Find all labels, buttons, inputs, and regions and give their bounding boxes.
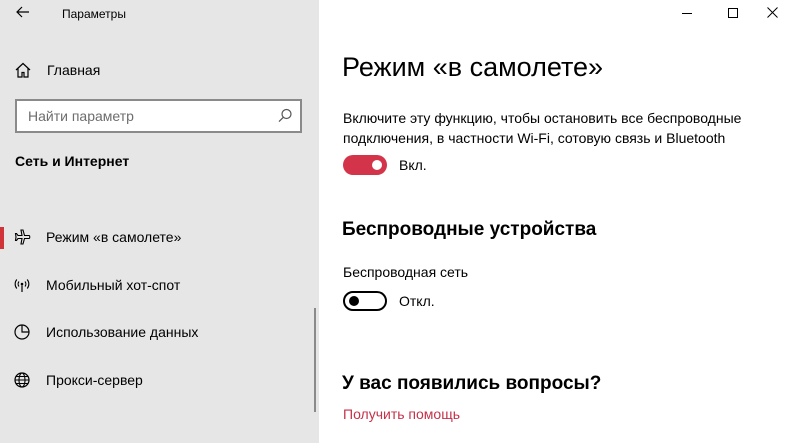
selected-indicator	[0, 227, 4, 249]
wifi-label: Беспроводная сеть	[343, 264, 469, 280]
globe-icon	[13, 371, 31, 389]
home-icon	[14, 61, 32, 79]
section-title: Сеть и Интернет	[15, 153, 130, 169]
sidebar-item-airplane-mode[interactable]: Режим «в самолете»	[0, 217, 319, 257]
get-help-link[interactable]: Получить помощь	[343, 406, 460, 422]
wireless-devices-heading: Беспроводные устройства	[342, 219, 597, 240]
help-heading: У вас появились вопросы?	[342, 373, 602, 394]
search-box[interactable]	[15, 99, 302, 133]
window-title: Параметры	[62, 7, 126, 21]
data-usage-icon	[13, 323, 31, 341]
back-arrow-icon	[16, 5, 30, 23]
maximize-icon	[728, 5, 738, 23]
sidebar-item-label: Мобильный хот-спот	[46, 277, 181, 293]
page-title: Режим «в самолете»	[342, 52, 604, 82]
sidebar-item-label: Режим «в самолете»	[46, 229, 182, 245]
close-button[interactable]	[749, 0, 795, 28]
toggle-knob	[349, 296, 359, 306]
airplane-description: Включите эту функцию, чтобы остановить в…	[343, 110, 742, 146]
close-icon	[766, 5, 778, 23]
search-icon[interactable]	[276, 107, 294, 125]
sidebar-scrollbar[interactable]	[314, 308, 316, 412]
airplane-toggle-state: Вкл.	[399, 157, 427, 173]
back-button[interactable]	[8, 0, 38, 28]
search-input[interactable]	[17, 101, 267, 131]
sidebar-item-proxy[interactable]: Прокси-сервер	[0, 360, 319, 400]
sidebar-item-data-usage[interactable]: Использование данных	[0, 312, 319, 352]
home-label: Главная	[47, 62, 101, 78]
wifi-toggle-state: Откл.	[399, 293, 435, 309]
toggle-knob	[372, 160, 382, 170]
sidebar-item-label: Прокси-сервер	[46, 372, 143, 388]
wifi-toggle[interactable]	[343, 291, 387, 311]
airplane-mode-toggle[interactable]	[343, 155, 387, 175]
hotspot-icon	[13, 276, 31, 294]
minimize-icon	[682, 5, 692, 23]
airplane-icon	[13, 228, 31, 246]
sidebar-item-mobile-hotspot[interactable]: Мобильный хот-спот	[0, 265, 319, 305]
sidebar-item-label: Использование данных	[46, 324, 199, 340]
minimize-button[interactable]	[664, 0, 710, 28]
sidebar: Параметры Главная Сеть и Интернет Режим …	[0, 0, 319, 443]
title-bar: Параметры	[0, 0, 319, 28]
sidebar-item-home[interactable]: Главная	[0, 56, 319, 84]
